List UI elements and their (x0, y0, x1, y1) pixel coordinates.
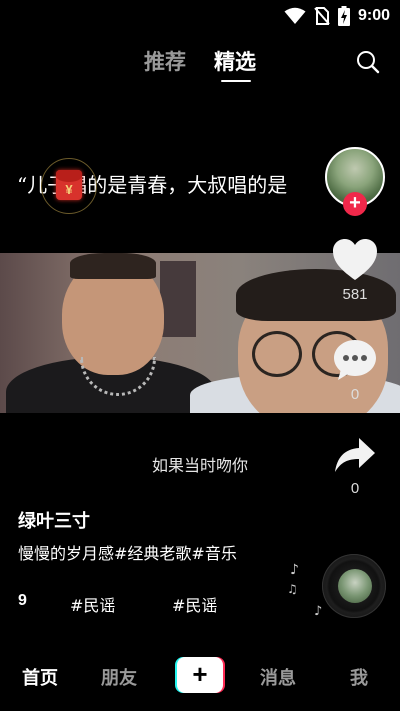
music-tag-icon: 9 (18, 592, 27, 609)
add-label: + (177, 657, 223, 693)
nav-home[interactable]: 首页 (22, 664, 58, 690)
comment-button[interactable]: 0 (330, 338, 380, 403)
post-description: 慢慢的岁月感#经典老歌#音乐 (18, 544, 237, 563)
tab-featured[interactable]: 精选 (214, 46, 256, 76)
music-note-icon: ♪ (290, 562, 299, 578)
hashtag-row: 9 #民谣 #民谣 (18, 592, 318, 616)
no-sim-icon (314, 7, 330, 25)
nav-me[interactable]: 我 (350, 664, 368, 690)
top-tabs: 推荐 精选 (0, 46, 400, 86)
music-cover (338, 569, 372, 603)
music-note-icon: ♪ (314, 604, 323, 619)
hashtag-link[interactable]: #民谣 (70, 592, 115, 616)
like-count: 581 (342, 286, 368, 303)
status-bar: 9:00 (0, 0, 400, 32)
red-packet-icon[interactable]: ¥ (56, 170, 82, 200)
author-username[interactable]: 绿叶三寸 (18, 507, 90, 533)
share-button[interactable]: 0 (330, 436, 380, 497)
like-button[interactable]: 581 (330, 238, 380, 303)
share-icon (335, 438, 375, 472)
tab-recommended[interactable]: 推荐 (144, 46, 186, 76)
add-video-button[interactable]: + (175, 657, 225, 693)
music-note-icon: ♫ (287, 582, 298, 596)
share-count: 0 (350, 480, 360, 497)
comment-icon (334, 340, 376, 380)
battery-charging-icon (337, 6, 350, 26)
nav-messages[interactable]: 消息 (260, 664, 296, 690)
comment-count: 0 (350, 386, 360, 403)
search-icon[interactable] (356, 50, 380, 74)
status-time: 9:00 (357, 7, 390, 24)
status-icons: 9:00 (284, 6, 390, 26)
nav-friends[interactable]: 朋友 (101, 664, 137, 690)
hashtag-link[interactable]: #民谣 (172, 592, 217, 616)
bottom-nav: 首页 朋友 + 消息 我 (0, 650, 400, 700)
heart-icon (333, 239, 377, 280)
tab-active-indicator (221, 80, 251, 82)
follow-button[interactable]: + (343, 192, 367, 216)
wifi-icon (284, 7, 306, 24)
